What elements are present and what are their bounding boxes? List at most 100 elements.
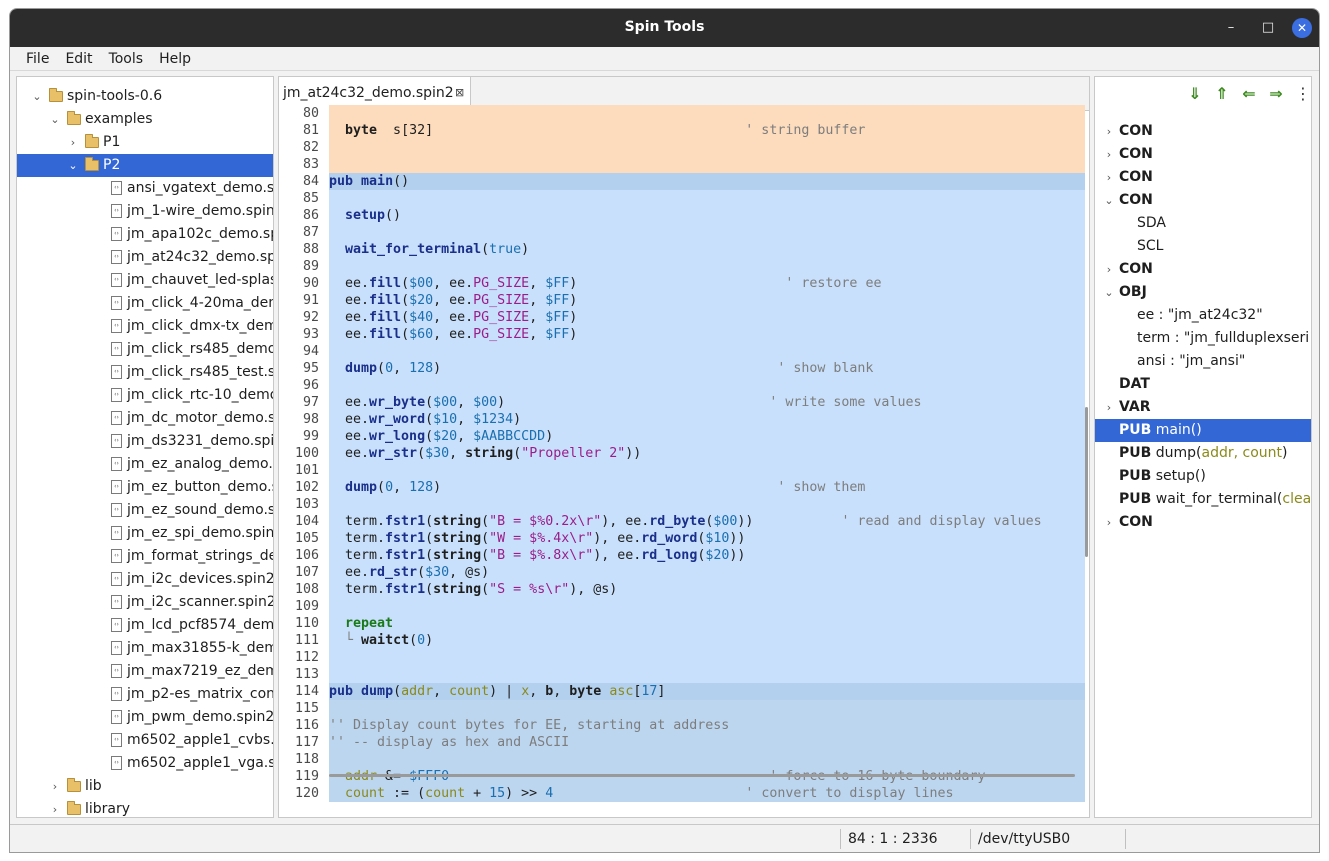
chevron-right-icon[interactable]: › <box>1103 120 1115 143</box>
code-text[interactable] <box>329 139 1085 156</box>
code-line[interactable]: 81 byte s[32] ' string buffer <box>279 122 1089 139</box>
menu-help[interactable]: Help <box>151 51 199 67</box>
close-button[interactable]: ✕ <box>1292 18 1312 38</box>
outline-item[interactable]: PUB dump(addr, count) <box>1095 442 1311 465</box>
chevron-right-icon[interactable]: › <box>1103 396 1115 419</box>
code-line[interactable]: 94 <box>279 343 1089 360</box>
code-line[interactable]: 113 <box>279 666 1089 683</box>
tree-file[interactable]: ‹› jm_ez_spi_demo.spin2 <box>17 522 273 545</box>
tree-file[interactable]: ‹› jm_i2c_scanner.spin2 <box>17 591 273 614</box>
outline-item[interactable]: ⌄ CON <box>1095 189 1311 212</box>
code-text[interactable] <box>329 598 1085 615</box>
tree-file[interactable]: ‹› jm_dc_motor_demo.s <box>17 407 273 430</box>
tree-folder[interactable]: ⌄ P2 <box>17 154 273 177</box>
code-text[interactable]: term.fstr1(string("W = $%.4x\r"), ee.rd_… <box>329 530 1085 547</box>
code-line[interactable]: 89 <box>279 258 1089 275</box>
code-text[interactable] <box>329 666 1085 683</box>
code-line[interactable]: 102 dump(0, 128) ' show them <box>279 479 1089 496</box>
tree-folder[interactable]: › library <box>17 798 273 817</box>
code-line[interactable]: 96 <box>279 377 1089 394</box>
code-line[interactable]: 88 wait_for_terminal(true) <box>279 241 1089 258</box>
outline-item[interactable]: › CON <box>1095 166 1311 189</box>
tree-file[interactable]: ‹› m6502_apple1_cvbs.s <box>17 729 273 752</box>
menu-file[interactable]: File <box>18 51 57 67</box>
code-line[interactable]: 93 ee.fill($60, ee.PG_SIZE, $FF) <box>279 326 1089 343</box>
chevron-right-icon[interactable]: › <box>1103 166 1115 189</box>
outline-item[interactable]: ansi : "jm_ansi" <box>1095 350 1311 373</box>
tree-folder[interactable]: › lib <box>17 775 273 798</box>
tree-file[interactable]: ‹› jm_click_rs485_test.sp <box>17 361 273 384</box>
outline-item[interactable]: › VAR <box>1095 396 1311 419</box>
code-text[interactable]: wait_for_terminal(true) <box>329 241 1085 258</box>
outline-item[interactable]: ee : "jm_at24c32" <box>1095 304 1311 327</box>
tree-file[interactable]: ‹› jm_i2c_devices.spin2 <box>17 568 273 591</box>
code-text[interactable]: term.fstr1(string("S = %s\r"), @s) <box>329 581 1085 598</box>
more-icon[interactable]: ⋮ <box>1293 84 1311 104</box>
chevron-down-icon[interactable]: ⌄ <box>49 108 61 131</box>
tree-file[interactable]: ‹› jm_1-wire_demo.spin2 <box>17 200 273 223</box>
code-text[interactable]: ee.fill($00, ee.PG_SIZE, $FF) ' restore … <box>329 275 1085 292</box>
code-text[interactable]: pub dump(addr, count) | x, b, byte asc[1… <box>329 683 1085 700</box>
code-line[interactable]: 120 count := (count + 15) >> 4 ' convert… <box>279 785 1089 802</box>
code-line[interactable]: 82 <box>279 139 1089 156</box>
tree-file[interactable]: ‹› jm_pwm_demo.spin2 <box>17 706 273 729</box>
code-line[interactable]: 116 '' Display count bytes for EE, starti… <box>279 717 1089 734</box>
minimize-button[interactable]: – <box>1222 19 1240 37</box>
code-text[interactable]: ee.wr_word($10, $1234) <box>329 411 1085 428</box>
tree-file[interactable]: ‹› jm_ez_sound_demo.sp <box>17 499 273 522</box>
tree-file[interactable]: ‹› jm_click_dmx-tx_demo <box>17 315 273 338</box>
tree-file[interactable]: ‹› jm_p2-es_matrix_cont <box>17 683 273 706</box>
code-text[interactable]: term.fstr1(string("B = $%.8x\r"), ee.rd_… <box>329 547 1085 564</box>
code-text[interactable] <box>329 258 1085 275</box>
outline-item[interactable]: ⌄ OBJ <box>1095 281 1311 304</box>
outline-item[interactable]: term : "jm_fullduplexseri <box>1095 327 1311 350</box>
code-text[interactable]: count := (count + 15) >> 4 ' convert to … <box>329 785 1085 802</box>
outline-item[interactable]: › CON <box>1095 511 1311 534</box>
code-line[interactable]: 87 <box>279 224 1089 241</box>
outline-item[interactable]: DAT <box>1095 373 1311 396</box>
code-text[interactable]: byte s[32] ' string buffer <box>329 122 1085 139</box>
code-line[interactable]: 111 └ waitct(0) <box>279 632 1089 649</box>
code-line[interactable]: 95 dump(0, 128) ' show blank <box>279 360 1089 377</box>
code-text[interactable]: term.fstr1(string("B = $%0.2x\r"), ee.rd… <box>329 513 1085 530</box>
code-line[interactable]: 97 ee.wr_byte($00, $00) ' write some val… <box>279 394 1089 411</box>
code-line[interactable]: 101 <box>279 462 1089 479</box>
code-text[interactable]: '' -- display as hex and ASCII <box>329 734 1085 751</box>
code-text[interactable]: ee.wr_long($20, $AABBCCDD) <box>329 428 1085 445</box>
outline-item[interactable]: PUB main() <box>1095 419 1311 442</box>
tree-file[interactable]: ‹› m6502_apple1_vga.sp <box>17 752 273 775</box>
chevron-right-icon[interactable]: › <box>1103 511 1115 534</box>
tree-folder[interactable]: ⌄ examples <box>17 108 273 131</box>
code-text[interactable]: └ waitct(0) <box>329 632 1085 649</box>
code-text[interactable]: ee.rd_str($30, @s) <box>329 564 1085 581</box>
back-icon[interactable]: ⇐ <box>1239 84 1259 104</box>
code-line[interactable]: 104 term.fstr1(string("B = $%0.2x\r"), e… <box>279 513 1089 530</box>
code-line[interactable]: 91 ee.fill($20, ee.PG_SIZE, $FF) <box>279 292 1089 309</box>
code-line[interactable]: 110 repeat <box>279 615 1089 632</box>
code-text[interactable] <box>329 377 1085 394</box>
code-line[interactable]: 109 <box>279 598 1089 615</box>
chevron-down-icon[interactable]: ⌄ <box>31 85 43 108</box>
code-line[interactable]: 107 ee.rd_str($30, @s) <box>279 564 1089 581</box>
code-text[interactable] <box>329 496 1085 513</box>
chevron-right-icon[interactable]: › <box>49 775 61 798</box>
horizontal-scrollbar[interactable] <box>329 774 1075 777</box>
code-text[interactable]: dump(0, 128) ' show blank <box>329 360 1085 377</box>
tree-file[interactable]: ‹› jm_max31855-k_demo <box>17 637 273 660</box>
code-text[interactable]: repeat <box>329 615 1085 632</box>
code-text[interactable]: ee.wr_byte($00, $00) ' write some values <box>329 394 1085 411</box>
outline-item[interactable]: › CON <box>1095 120 1311 143</box>
code-text[interactable] <box>329 700 1085 717</box>
code-text[interactable] <box>329 224 1085 241</box>
code-line[interactable]: 117 '' -- display as hex and ASCII <box>279 734 1089 751</box>
code-line[interactable]: 100 ee.wr_str($30, string("Propeller 2")… <box>279 445 1089 462</box>
code-text[interactable] <box>329 649 1085 666</box>
code-line[interactable]: 114 pub dump(addr, count) | x, b, byte as… <box>279 683 1089 700</box>
code-line[interactable]: 103 <box>279 496 1089 513</box>
tree-folder[interactable]: ⌄ spin-tools-0.6 <box>17 85 273 108</box>
tree-file[interactable]: ‹› jm_lcd_pcf8574_demo <box>17 614 273 637</box>
code-line[interactable]: 112 <box>279 649 1089 666</box>
tree-folder[interactable]: › P1 <box>17 131 273 154</box>
code-text[interactable] <box>329 190 1085 207</box>
code-text[interactable]: ee.fill($20, ee.PG_SIZE, $FF) <box>329 292 1085 309</box>
